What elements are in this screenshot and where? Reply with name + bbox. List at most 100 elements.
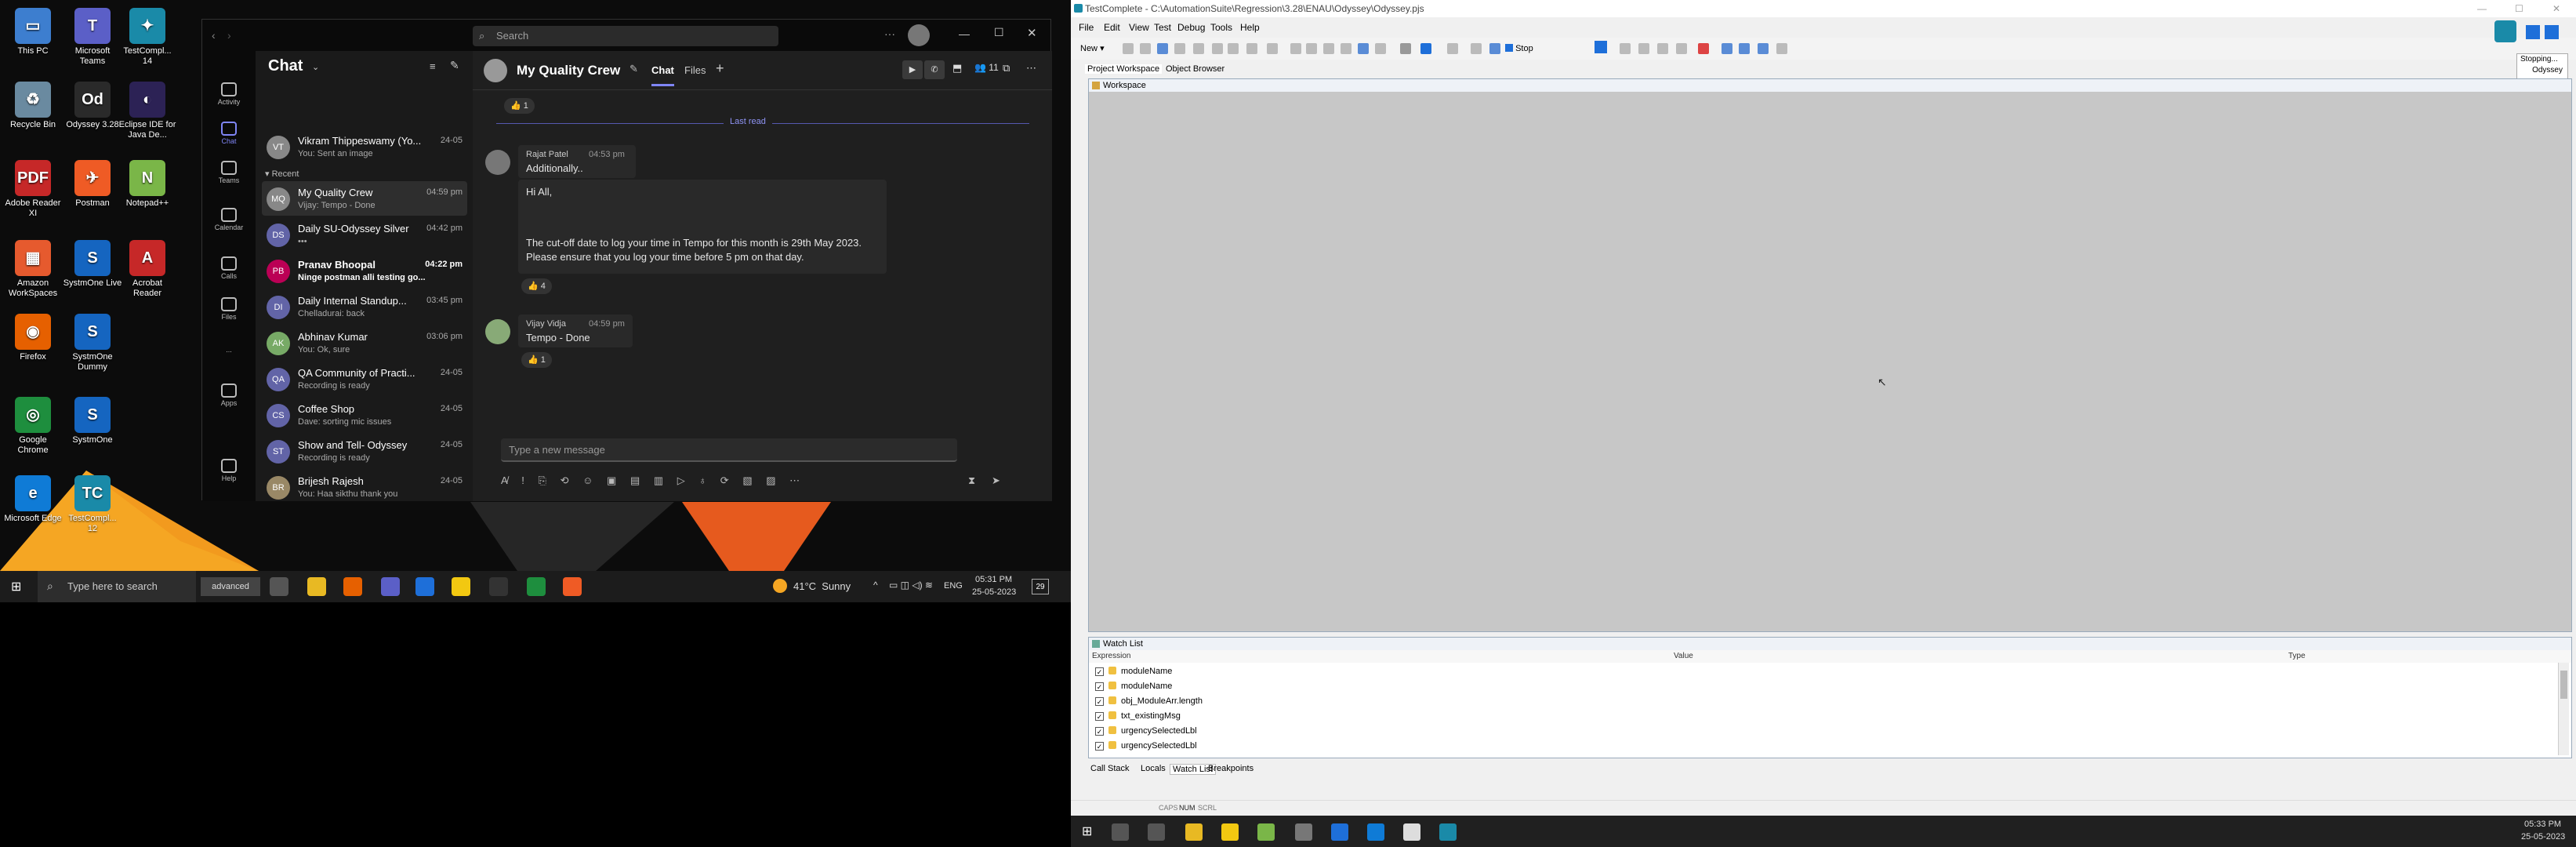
column-expression[interactable]: Expression [1092,652,1130,660]
toolbar-button-icon[interactable] [1228,43,1239,54]
desktop-icon[interactable]: e Microsoft Edge [3,475,63,524]
terminal-icon[interactable] [489,577,508,596]
search-icon[interactable] [1112,823,1129,841]
chat-row[interactable]: PB Pranav Bhoopal Ninge postman alli testi… [262,253,467,288]
avatar[interactable] [908,24,930,46]
reaction-badge[interactable]: 👍 1 [504,98,535,114]
toolbar-button-icon[interactable] [1698,43,1709,54]
app-icon[interactable] [1295,823,1312,841]
toolbar-button-icon[interactable] [1758,43,1769,54]
desktop-icon[interactable]: ▦ Amazon WorkSpaces [3,240,63,299]
toolbar-button-icon[interactable] [1323,43,1334,54]
updates-icon[interactable]: ▧ [742,474,752,486]
rail-item-apps[interactable]: Apps [202,384,256,407]
menu-item-test[interactable]: Test [1154,22,1171,33]
attach-icon[interactable]: ⎘ [539,474,546,486]
chat-row[interactable]: AK Abhinav Kumar You: Ok, sure 03:06 pm [262,325,467,360]
tab-chat[interactable]: Chat [651,64,674,86]
tab-files[interactable]: Files [684,64,706,76]
postman-icon[interactable] [563,577,582,596]
maximize-icon[interactable]: ☐ [994,26,1004,39]
desktop-icon[interactable]: ◉ Firefox [3,314,63,362]
sticky-notes-icon[interactable] [452,577,470,596]
rail-item-calendar[interactable]: Calendar [202,208,256,231]
screen-share-icon[interactable]: ⬒ [952,62,962,75]
checkbox[interactable]: ✓ [1095,742,1104,751]
chat-row[interactable]: MQ My Quality Crew Vijay: Tempo - Done 04:5… [262,181,467,216]
toolbar-button-icon[interactable] [1140,43,1151,54]
checkbox[interactable]: ✓ [1095,712,1104,721]
rail-item-files[interactable]: Files [202,297,256,321]
toolbar-button-icon[interactable] [1306,43,1317,54]
language-indicator[interactable]: ENG [944,581,963,591]
format-icon[interactable]: A̸ [501,474,508,486]
tab-locals[interactable]: Locals [1138,764,1168,773]
windows-start-icon[interactable]: ⊞ [1082,823,1092,839]
watch-row[interactable]: ✓ moduleName [1095,664,1172,678]
rail-item-calls[interactable]: Calls [202,256,256,280]
desktop-icon[interactable]: PDF Adobe Reader XI [3,160,63,219]
chat-row-pinned[interactable]: VT Vikram Thippeswamy (Yo... You: Sent a… [262,129,467,164]
rail-item-help[interactable]: Help [202,459,256,482]
toolbar-button-icon[interactable] [1400,43,1411,54]
chat-row[interactable]: DI Daily Internal Standup... Chelladurai: … [262,289,467,324]
more-options-icon[interactable]: ⋯ [789,474,800,486]
desktop-icon[interactable]: ◎ Google Chrome [3,397,63,456]
gif-icon[interactable]: ▣ [607,474,616,486]
forward-arrow-icon[interactable]: › [227,29,231,42]
watch-scrollbar[interactable] [2558,663,2569,755]
video-call-button[interactable]: ▶ [902,60,923,79]
notification-badge[interactable]: 29 [1032,579,1049,594]
rail-item-activity[interactable]: Activity [202,82,256,106]
message-bubble[interactable]: Rajat Patel 04:53 pm Additionally.. [518,145,636,178]
popout-icon[interactable]: ⧉ [1003,62,1010,75]
desktop-icon[interactable]: ✦ TestCompl... 14 [118,8,177,67]
toolbar-button-icon[interactable] [1375,43,1386,54]
notepad-icon[interactable] [1257,823,1275,841]
file-explorer-icon[interactable] [307,577,326,596]
taskbar-search-input[interactable]: ⌕ Type here to search [38,571,196,602]
toolbar-button-icon[interactable] [1489,43,1500,54]
checkbox[interactable]: ✓ [1095,667,1104,676]
toolbar-button-icon[interactable] [1174,43,1185,54]
chat-row[interactable]: BR Brijesh Rajesh You: Haa sikthu thank yo… [262,470,467,504]
windows-start-icon[interactable]: ⊞ [11,579,21,594]
file-explorer-icon[interactable] [1185,823,1203,841]
desktop-icon[interactable]: T Microsoft Teams [63,8,122,67]
minimize-icon[interactable]: — [2477,0,2487,17]
tab-call-stack[interactable]: Call Stack [1088,764,1132,773]
edge-icon[interactable] [1367,823,1384,841]
desktop-icon[interactable]: ♻ Recycle Bin [3,82,63,130]
chat-row[interactable]: ST Show and Tell- Odyssey Recording is rea… [262,434,467,468]
pause-run-button[interactable] [2526,25,2540,39]
firefox-icon[interactable] [343,577,362,596]
compose-box[interactable]: Type a new message [501,438,957,462]
schedule-icon[interactable]: ⧗ [968,474,975,487]
toolbar-button-icon[interactable] [1246,43,1257,54]
tab-breakpoints[interactable]: Breakpoints [1206,764,1256,773]
back-arrow-icon[interactable]: ‹ [212,29,216,42]
send-later-icon[interactable]: ▷ [677,474,685,486]
add-tab-icon[interactable]: + [716,60,724,77]
desktop-icon[interactable]: S SystmOne Dummy [63,314,122,373]
forms-icon[interactable]: ▨ [766,474,775,486]
maximize-icon[interactable]: ☐ [2515,0,2523,17]
watch-row[interactable]: ✓ moduleName [1095,679,1172,693]
toolbar-button-icon[interactable] [1739,43,1750,54]
search-input[interactable]: ⌕ Search [473,26,778,46]
clock-date[interactable]: 25-05-2023 [2521,832,2565,842]
scrollbar-thumb[interactable] [2560,671,2567,699]
close-icon[interactable]: ✕ [2552,0,2560,17]
checkbox[interactable]: ✓ [1095,727,1104,736]
checkbox[interactable]: ✓ [1095,682,1104,691]
approvals-icon[interactable]: ⟳ [720,474,729,486]
chat-row[interactable]: CS Coffee Shop Dave: sorting mic issues 24-… [262,398,467,432]
new-button[interactable]: New ▾ [1080,41,1105,56]
app-icon[interactable] [1403,823,1420,841]
app-icon[interactable] [415,577,434,596]
watch-row[interactable]: ✓ urgencySelectedLbl [1095,724,1197,738]
exclamation-icon[interactable]: ! [521,474,524,486]
stop-button[interactable]: Stop [1505,41,1533,56]
tab-project-workspace[interactable]: Project Workspace [1085,64,1163,74]
toolbar-button-icon[interactable] [1620,43,1631,54]
